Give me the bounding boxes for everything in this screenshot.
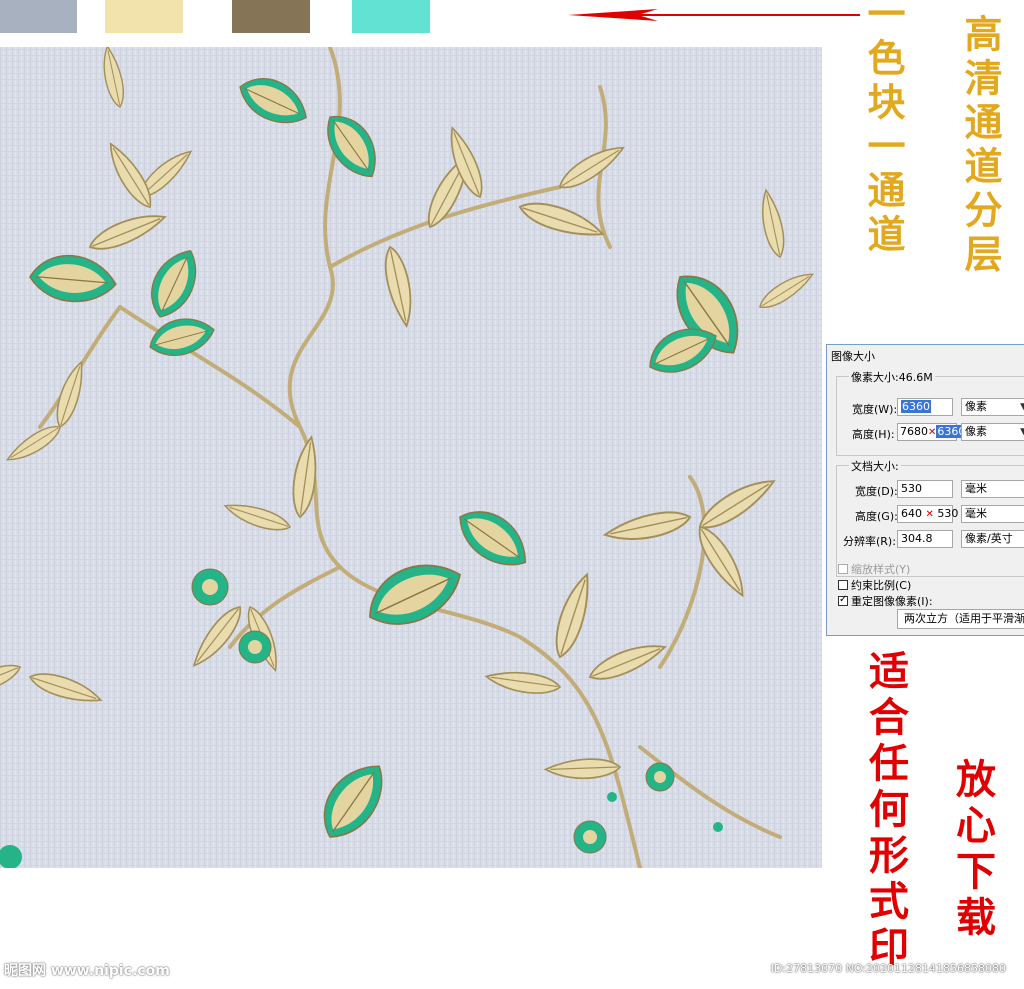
swatch-turquoise bbox=[352, 0, 430, 33]
width-label: 宽度(W): bbox=[852, 403, 898, 416]
width-pixels-input[interactable]: 6360 bbox=[897, 398, 953, 416]
scale-styles-checkbox[interactable]: 缩放样式(Y) bbox=[838, 561, 910, 577]
scale-styles-label: 缩放样式(Y) bbox=[851, 563, 911, 576]
resolution-label: 分辨率(R): bbox=[843, 535, 896, 548]
doc-width-value: 530 bbox=[901, 482, 922, 495]
resolution-unit-select[interactable]: 像素/英寸 bbox=[961, 530, 1024, 548]
left-arrow-icon bbox=[568, 9, 860, 21]
width-pixels-value: 6360 bbox=[901, 400, 931, 413]
constrain-proportions-checkbox[interactable]: 约束比例(C) bbox=[838, 577, 911, 593]
width-unit-select[interactable]: 像素 ▼ bbox=[961, 398, 1024, 416]
doc-height-value-a: 640 bbox=[901, 507, 922, 520]
document-size-label: 文档大小: bbox=[849, 458, 901, 474]
link-mark-icon: ✕ bbox=[928, 427, 937, 438]
height-unit-select[interactable]: 像素 ▼ bbox=[961, 423, 1024, 441]
swatch-cream bbox=[105, 0, 183, 33]
resample-image-checkbox[interactable]: ✓ 重定图像像素(I): bbox=[838, 593, 933, 609]
side-text-download-with-confidence: 放心下载 bbox=[949, 758, 996, 942]
side-text-one-color-one-channel: 一色块一通道 bbox=[861, 0, 906, 258]
checkbox-icon bbox=[838, 580, 848, 590]
checkbox-checked-icon: ✓ bbox=[838, 594, 848, 606]
doc-height-value-b: 530 bbox=[937, 507, 959, 520]
doc-width-unit-select[interactable]: 毫米 bbox=[961, 480, 1024, 498]
side-text-hd-channel-layers: 高清通道分层 bbox=[958, 14, 1003, 278]
resolution-input[interactable]: 304.8 bbox=[897, 530, 953, 548]
chevron-down-icon: ▼ bbox=[1020, 427, 1024, 437]
link-mark-icon: ✕ bbox=[925, 509, 934, 520]
side-text-suitable-for-any-print: 适合任何形式印 bbox=[862, 650, 909, 972]
swatch-gray-blue bbox=[0, 0, 77, 33]
resample-method-select[interactable]: 两次立方（适用于平滑渐变 bbox=[897, 609, 1024, 629]
height-label: 高度(H): bbox=[852, 428, 895, 441]
doc-width-label: 宽度(D): bbox=[855, 485, 898, 498]
height-unit-value: 像素 bbox=[965, 425, 987, 438]
doc-width-unit-value: 毫米 bbox=[965, 482, 987, 495]
doc-height-label: 高度(G): bbox=[855, 510, 898, 523]
chevron-down-icon: ▼ bbox=[1020, 402, 1024, 412]
watermark-left: 昵图网 www.nipic.com bbox=[4, 963, 170, 979]
resolution-value: 304.8 bbox=[901, 532, 933, 545]
doc-width-input[interactable]: 530 bbox=[897, 480, 953, 498]
height-pixels-prefix: 7680 bbox=[900, 425, 928, 438]
swatch-olive-brown bbox=[232, 0, 310, 33]
height-pixels-input[interactable]: 7680✕6360 bbox=[897, 423, 967, 441]
doc-height-unit-value: 毫米 bbox=[965, 507, 987, 520]
dialog-title: 图像大小 bbox=[831, 350, 875, 363]
floral-pattern-image bbox=[0, 47, 822, 868]
constrain-proportions-label: 约束比例(C) bbox=[851, 579, 912, 592]
watermark-right: ID:27813070 NO:20201128141856858080 bbox=[770, 962, 1006, 975]
doc-height-unit-select[interactable]: 毫米 bbox=[961, 505, 1024, 523]
resample-image-label: 重定图像像素(I): bbox=[851, 595, 933, 608]
resample-method-value: 两次立方（适用于平滑渐变 bbox=[904, 612, 1024, 625]
image-size-dialog: 图像大小 像素大小:46.6M 宽度(W): 6360 像素 ▼ 高度(H): 7… bbox=[826, 344, 1024, 636]
width-unit-value: 像素 bbox=[965, 400, 987, 413]
pixel-size-label: 像素大小:46.6M bbox=[849, 369, 935, 385]
checkbox-icon bbox=[838, 564, 848, 574]
doc-height-input[interactable]: 640 ✕ 530 bbox=[897, 505, 958, 523]
resolution-unit-value: 像素/英寸 bbox=[965, 532, 1013, 545]
